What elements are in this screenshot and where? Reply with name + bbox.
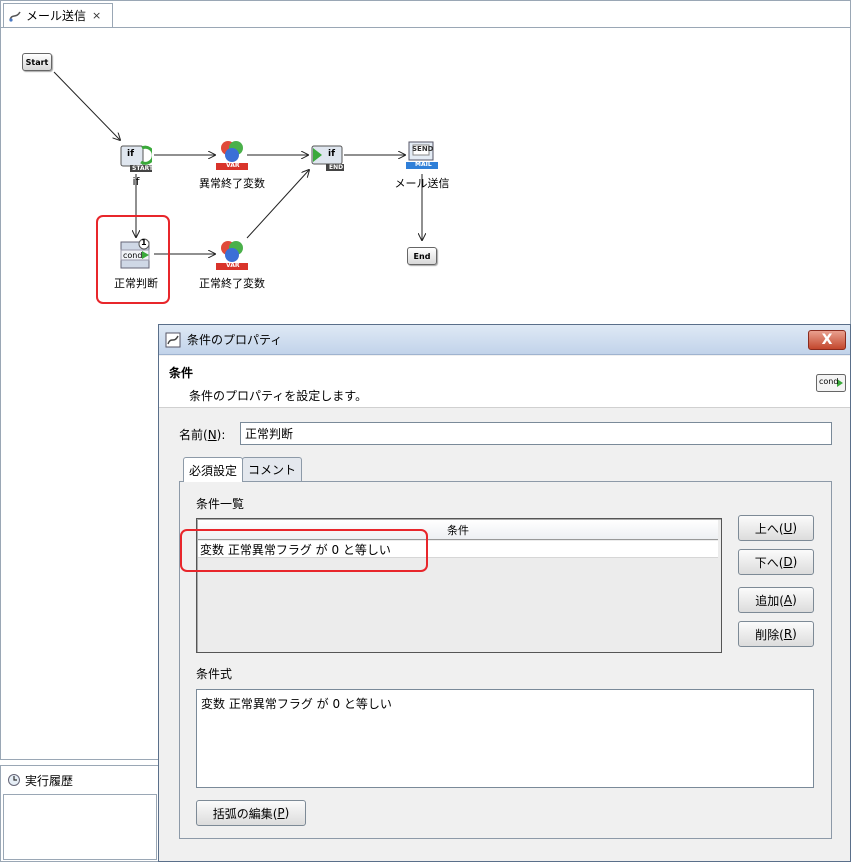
var-abnormal-badge: VAR	[226, 162, 240, 169]
editor-tab-title: メール送信	[26, 9, 87, 23]
highlight-box	[96, 215, 170, 304]
delete-mnemonic: R	[783, 627, 793, 641]
start-node-label: Start	[25, 57, 49, 67]
mail-node[interactable]: SEND MAIL	[406, 140, 438, 170]
if-end-badge: END	[329, 164, 344, 171]
end-node-label: End	[413, 251, 431, 261]
delete-label: 削除(	[755, 627, 784, 642]
dialog-title-bar[interactable]: 条件のプロパティ X	[159, 325, 850, 355]
flow-file-icon	[9, 11, 21, 22]
if-end-top-text: if	[328, 149, 336, 159]
cond-header-icon: cond	[816, 374, 846, 392]
editor-tab[interactable]: メール送信 ×	[3, 3, 113, 27]
add-end: )	[792, 593, 797, 607]
history-panel: 実行履歴	[0, 765, 160, 862]
condition-properties-dialog: 条件のプロパティ X 条件 条件のプロパティを設定します。 cond 名前(N)…	[158, 324, 851, 862]
condition-list-label: 条件一覧	[196, 497, 245, 511]
dialog-header: 条件 条件のプロパティを設定します。 cond	[159, 356, 850, 408]
expression-label: 条件式	[196, 667, 233, 681]
edit-paren-end: )	[284, 806, 290, 820]
property-tabs: 必須設定 コメント	[183, 457, 303, 482]
move-up-end: )	[792, 521, 798, 535]
move-down-end: )	[792, 555, 798, 569]
edit-paren-label: 括弧の編集(	[212, 806, 278, 821]
var-normal-label: 正常終了変数	[199, 277, 265, 290]
header-title: 条件	[169, 366, 194, 380]
header-description: 条件のプロパティを設定します。	[189, 389, 368, 403]
move-down-label: 下へ(	[754, 555, 784, 570]
if-start-label: if	[132, 175, 140, 188]
edit-paren-mnemonic: P	[277, 806, 285, 820]
move-up-button[interactable]: 上へ(U)	[738, 515, 814, 541]
close-icon[interactable]: ×	[92, 9, 101, 22]
highlight-box	[180, 529, 428, 572]
tab-comment[interactable]: コメント	[242, 457, 303, 481]
delete-button[interactable]: 削除(R)	[738, 621, 814, 647]
close-icon: X	[821, 332, 833, 348]
if-end-node[interactable]: if END	[310, 144, 344, 174]
add-label: 追加(	[755, 593, 784, 608]
move-up-label: 上へ(	[754, 521, 784, 536]
history-title: 実行履歴	[25, 773, 74, 788]
delete-end: )	[792, 627, 797, 641]
history-body	[3, 794, 157, 860]
dialog-title: 条件のプロパティ	[187, 333, 283, 347]
end-node[interactable]: End	[407, 247, 437, 265]
add-button[interactable]: 追加(A)	[738, 587, 814, 613]
history-tab[interactable]: 実行履歴	[3, 768, 156, 792]
mail-top-text: SEND	[412, 145, 434, 153]
condition-expression-area[interactable]: 変数 正常異常フラグ が 0 と等しい	[196, 689, 814, 788]
if-start-top-text: if	[127, 149, 135, 159]
required-tab-panel: 条件一覧 条件 変数 正常異常フラグ が 0 と等しい 上へ(U) 下へ(D) …	[179, 481, 832, 839]
mail-badge: MAIL	[415, 161, 432, 168]
if-start-badge: START	[132, 165, 154, 172]
name-label: 名前(N):	[179, 426, 225, 443]
if-start-node[interactable]: if START	[120, 144, 154, 174]
edit-parentheses-button[interactable]: 括弧の編集(P)	[196, 800, 306, 826]
mail-label: メール送信	[394, 177, 450, 190]
move-down-mnemonic: D	[783, 555, 793, 569]
var-normal-badge: VAR	[226, 262, 240, 269]
cond-header-icon-text: cond	[819, 377, 839, 386]
add-mnemonic: A	[783, 593, 793, 607]
move-down-button[interactable]: 下へ(D)	[738, 549, 814, 575]
var-abnormal-node[interactable]: VAR	[216, 138, 248, 170]
name-input[interactable]	[240, 422, 832, 445]
tab-required[interactable]: 必須設定	[183, 457, 244, 482]
history-icon	[8, 774, 20, 786]
name-mnemonic: N	[207, 428, 217, 442]
dialog-app-icon	[165, 332, 181, 347]
move-up-mnemonic: U	[783, 521, 793, 535]
name-label-end: ):	[216, 428, 226, 442]
dialog-close-button[interactable]: X	[808, 330, 846, 350]
var-abnormal-label: 異常終了変数	[199, 177, 265, 190]
var-normal-node[interactable]: VAR	[216, 238, 248, 270]
name-label-text: 名前(	[179, 428, 208, 442]
start-node[interactable]: Start	[22, 53, 52, 71]
